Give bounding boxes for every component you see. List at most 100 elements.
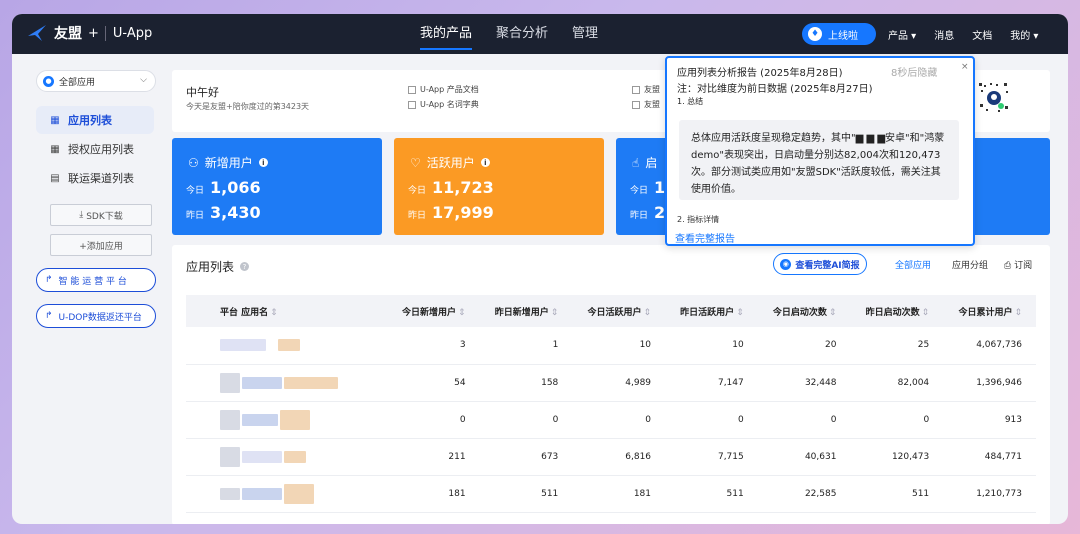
table-cell: 82,004 <box>897 377 930 388</box>
sidebar-item-app-list[interactable]: ▦ 应用列表 <box>36 106 154 134</box>
popup-note: 注：对比维度为前日数据 (2025年8月27日) <box>677 84 873 95</box>
user-add-icon: ⚇ <box>188 155 199 170</box>
sidebar-item-label: 授权应用列表 <box>68 143 134 156</box>
help-icon[interactable]: ? <box>240 262 250 271</box>
col-header[interactable]: 今日新增用户 ⇕ <box>387 295 480 327</box>
info-icon[interactable]: i <box>258 158 268 167</box>
sort-icon: ⇕ <box>643 307 652 318</box>
stat-today-label: 今日 <box>408 186 427 196</box>
doc-icon <box>408 100 416 109</box>
table-cell: 181 <box>448 488 466 499</box>
table-cell: 0 <box>738 414 744 425</box>
doc-link-glossary[interactable]: U-App 名词字典 <box>408 99 479 110</box>
ai-brief-button[interactable]: ◉ 查看完整AI简报 <box>773 253 867 275</box>
stat-yesterday: 昨日 3,430 <box>186 203 261 222</box>
table-cell: 4,067,736 <box>976 340 1022 351</box>
sort-icon: ⇕ <box>270 307 278 318</box>
stat-title-label: 活跃用户 <box>426 156 475 170</box>
popup-title: 应用列表分析报告 (2025年8月28日) <box>677 68 843 79</box>
logo-plus: + <box>88 25 99 41</box>
sdk-download-button[interactable]: ⤓ SDK下载 <box>50 204 152 226</box>
table-header: 平台 应用名 ⇕ 今日新增用户 ⇕ 昨日新增用户 ⇕ 今日活跃用户 ⇕ 昨日活跃用户 ⇕ … <box>186 295 1036 327</box>
stat-yesterday: 昨日 2 <box>630 203 665 222</box>
col-header[interactable]: 今日活跃用户 ⇕ <box>572 295 665 327</box>
messages-link[interactable]: 消息 <box>934 27 954 42</box>
stat-today-value: 11,723 <box>432 178 494 197</box>
close-icon[interactable]: × <box>961 62 969 72</box>
table-cell: 511 <box>726 488 744 499</box>
table-cell: 4,989 <box>625 377 652 388</box>
app-list-title: 应用列表 ? <box>186 258 250 275</box>
product-menu[interactable]: 产品 ▾ <box>888 27 916 42</box>
app-name-cell[interactable] <box>186 364 387 401</box>
col-header[interactable]: 昨日启动次数 ⇕ <box>850 295 943 327</box>
table-cell: 0 <box>459 414 466 425</box>
table-cell: 0 <box>645 414 652 425</box>
smart-ops-label: 智 能 运 营 平 台 <box>58 276 127 287</box>
sidebar: ● 全部应用 ⌵ ▦ 应用列表 ▦ 授权应用列表 ▤ 联运渠道列表 ⤓ SDK下… <box>12 54 162 524</box>
table-cell: 3 <box>459 340 466 351</box>
chevron-down-icon: ⌵ <box>140 75 147 85</box>
doc-link-product[interactable]: U-App 产品文档 <box>408 84 479 95</box>
mine-menu[interactable]: 我的 ▾ <box>1010 27 1038 42</box>
docs-link[interactable]: 文档 <box>972 27 992 42</box>
umeng-bird-icon <box>28 25 46 41</box>
info-icon[interactable]: i <box>480 158 490 167</box>
table-cell: 25 <box>917 340 930 351</box>
col-header[interactable]: 昨日活跃用户 ⇕ <box>665 295 758 327</box>
sort-icon: ⇕ <box>550 307 559 318</box>
col-header[interactable]: 今日累计用户 ⇕ <box>943 295 1036 327</box>
online-label: 上线啦 <box>828 30 858 42</box>
segment-app-groups[interactable]: 应用分组 <box>952 258 988 271</box>
table-cell: 10 <box>639 340 652 351</box>
table-cell: 158 <box>541 377 559 388</box>
online-button[interactable]: ♦ 上线啦 <box>802 23 876 45</box>
table-cell: 0 <box>552 414 559 425</box>
stat-title-label: 新增用户 <box>204 156 253 170</box>
app-name-cell[interactable] <box>186 327 387 364</box>
stat-card-new-users[interactable]: ⚇ 新增用户 i 今日 1,066 昨日 3,430 <box>172 138 382 235</box>
doc-link-umeng-1[interactable]: 友盟 <box>632 84 660 95</box>
doc-icon <box>632 85 640 94</box>
table-row[interactable]: 3 1 10 10 20 25 4,067,736 <box>186 327 1036 364</box>
udop-link[interactable]: ↱ U-DOP数据返还平台 <box>36 304 156 328</box>
stat-yesterday-value: 17,999 <box>432 203 494 222</box>
sidebar-item-channel-list[interactable]: ▤ 联运渠道列表 <box>36 164 154 192</box>
app-name-cell[interactable] <box>186 475 387 512</box>
nav-right: 产品 ▾ 消息 文档 我的 ▾ <box>888 14 1038 54</box>
sort-icon: ⇕ <box>921 307 930 318</box>
table-cell: 913 <box>1004 414 1022 425</box>
stat-yesterday: 昨日 17,999 <box>408 203 494 222</box>
app-name-cell[interactable] <box>186 438 387 475</box>
arrow-share-icon: ↱ <box>45 311 53 321</box>
download-icon: ⤓ <box>79 210 84 220</box>
logo[interactable]: 友盟 + U-App <box>26 22 152 44</box>
tab-aggregate-analysis[interactable]: 聚合分析 <box>496 14 548 54</box>
sidebar-item-label: 应用列表 <box>68 114 112 127</box>
popup-section-summary: 1. 总结 <box>677 97 704 106</box>
qr-code-icon <box>978 82 1010 114</box>
segment-all-apps[interactable]: 全部应用 <box>895 258 931 271</box>
tab-manage[interactable]: 管理 <box>572 14 598 54</box>
full-report-link[interactable]: 查看完整报告 <box>675 230 735 245</box>
stat-card-active-users[interactable]: ♡ 活跃用户 i 今日 11,723 昨日 17,999 <box>394 138 604 235</box>
tab-my-products[interactable]: 我的产品 <box>420 14 473 54</box>
sidebar-item-authorized-apps[interactable]: ▦ 授权应用列表 <box>36 135 154 163</box>
table-row[interactable]: 0 0 0 0 0 0 913 <box>186 401 1036 438</box>
add-app-button[interactable]: +添加应用 <box>50 234 152 256</box>
col-header[interactable]: 昨日新增用户 ⇕ <box>480 295 573 327</box>
table-row[interactable]: 54 158 4,989 7,147 32,448 82,004 1,396,9… <box>186 364 1036 401</box>
analysis-report-popup: 应用列表分析报告 (2025年8月28日) 8秒后隐藏 × 注：对比维度为前日数… <box>665 56 975 246</box>
col-header[interactable]: 今日启动次数 ⇕ <box>758 295 851 327</box>
col-header[interactable]: 平台 应用名 ⇕ <box>186 295 387 327</box>
doc-link-umeng-2[interactable]: 友盟 <box>632 99 660 110</box>
smart-ops-link[interactable]: ↱ 智 能 运 营 平 台 <box>36 268 156 292</box>
table-cell: 22,585 <box>804 488 837 499</box>
table-cell: 1,396,946 <box>976 377 1022 388</box>
app-name-cell[interactable] <box>186 401 387 438</box>
app-select[interactable]: ● 全部应用 ⌵ <box>36 70 156 92</box>
table-row[interactable]: 211 673 6,816 7,715 40,631 120,473 484,7… <box>186 438 1036 475</box>
stat-title: ♡ 活跃用户 i <box>410 154 490 171</box>
segment-subscribe[interactable]: ⎙ 订阅 <box>1004 258 1032 271</box>
table-row[interactable]: 181 511 181 511 22,585 511 1,210,773 <box>186 475 1036 512</box>
